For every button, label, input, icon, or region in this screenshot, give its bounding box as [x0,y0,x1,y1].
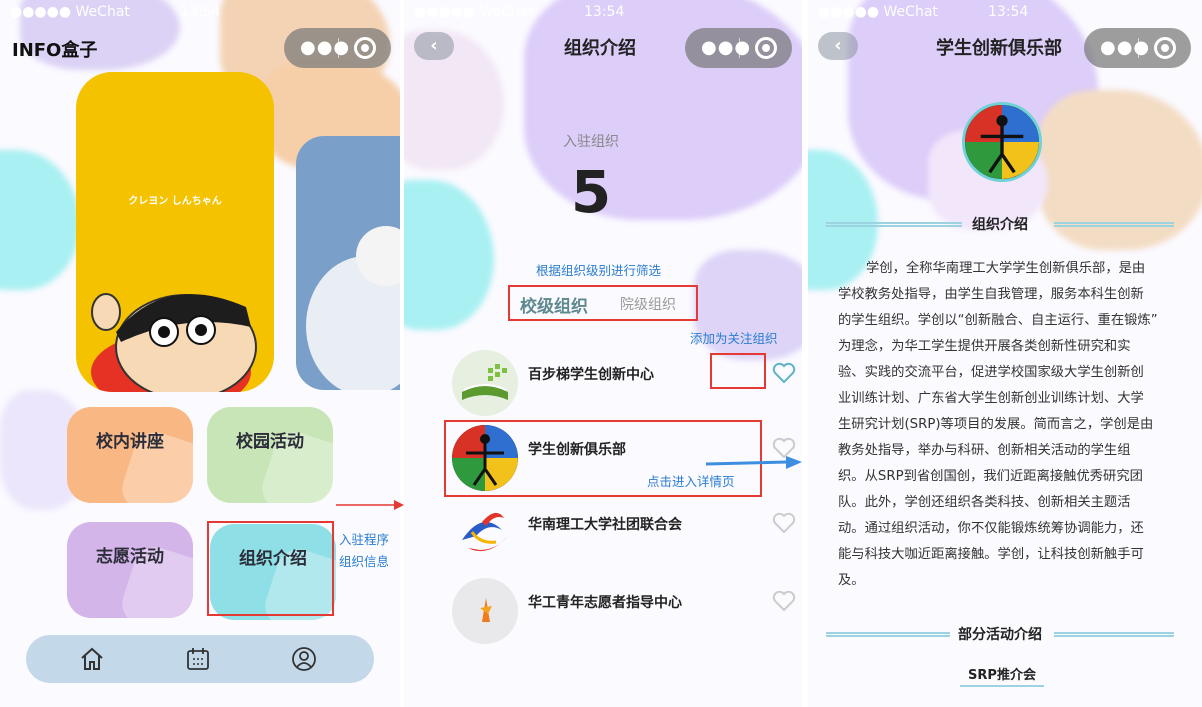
intro-line: 及。 [838,573,865,588]
org-count-value: 5 [570,158,612,226]
org-name: 华南理工大学社团联合会 [528,517,682,533]
clock: 13:54 [180,4,221,20]
activity-tab-label: SRP推介会 [968,668,1036,683]
miniprogram-capsule: ●●● [284,28,391,68]
org-logo [452,350,518,416]
flow-arrow-red [336,500,404,510]
intro-line: 业训练计划、广东省大学生创新创业训练计划、大学 [838,391,1144,406]
tile-label: 志愿活动 [96,547,164,567]
app-title: INFO盒子 [12,40,98,61]
flow-arrow-blue [706,456,802,469]
capsule-divider [1138,38,1139,58]
org-name: 百步梯学生创新中心 [528,367,654,383]
close-miniprogram-icon[interactable] [354,37,376,59]
section-title: 部分活动介绍 [958,627,1042,643]
status-bar: ●●●●● WeChat 13:54 [412,2,794,24]
org-logo [962,102,1042,182]
org-list-item[interactable]: 华南理工大学社团联合会 [452,500,796,570]
chevron-left-icon: ‹ [834,35,842,56]
annotation-line-2: 组织信息 [339,554,390,569]
highlight-box [710,353,766,389]
org-logo [452,578,518,644]
carrier-label: ●●●●● WeChat [10,4,130,20]
org-detail-screen: ●●●●● WeChat 13:54 ‹ 学生创新俱乐部 ●●● 组织介绍 学创… [808,0,1202,707]
intro-line: 学创，全称华南理工大学学生创新俱乐部，是由 [866,261,1146,276]
activity-tab-srp[interactable]: SRP推介会 [960,664,1044,687]
banner-card-next[interactable] [296,136,400,390]
org-logo [452,500,518,566]
home-icon[interactable] [78,645,106,673]
filter-hint: 根据组织级别进行筛选 [536,263,662,278]
club-union-logo-icon [462,512,508,552]
miniprogram-capsule: ●●● [685,28,792,68]
page-title: 学生创新俱乐部 [936,38,1062,59]
clock: 13:54 [584,4,625,20]
back-button[interactable]: ‹ [414,32,454,60]
org-name: 华工青年志愿者指导中心 [528,595,682,611]
miniprogram-capsule: ●●● [1084,28,1191,68]
section-activities-heading: 部分活动介绍 [826,624,1174,644]
calendar-icon[interactable] [184,645,212,673]
close-miniprogram-icon[interactable] [1154,37,1176,59]
org-list-item[interactable]: 华工青年志愿者指导中心 [452,578,796,648]
more-icon[interactable]: ●●● [1100,39,1150,57]
tile-campus-events[interactable]: 校园活动 [207,407,333,503]
tab-school-level[interactable]: 校级组织 [520,292,588,317]
back-button[interactable]: ‹ [818,32,858,60]
status-bar: ●●●●● WeChat 13:54 [816,2,1194,24]
page-title: 组织介绍 [564,38,636,59]
volunteer-logo-icon [480,598,492,622]
intro-line: 动。通过组织活动，你不仅能锻炼统筹协调能力，还 [838,521,1144,536]
status-bar: ●●●●● WeChat 13:54 [8,2,392,24]
heart-icon[interactable] [772,512,796,534]
banner-card[interactable]: クレヨン しんちゃん [76,72,274,392]
intro-line: 为理念，为华工学生提供开展各类创新性研究和实 [838,339,1131,354]
heart-icon[interactable] [772,590,796,612]
more-icon[interactable]: ●●● [300,39,350,57]
section-title: 组织介绍 [972,217,1028,233]
capsule-divider [338,38,339,58]
intro-line: 织。从SRP到省创国创，我们近距离接触优秀研究团 [838,469,1143,484]
intro-line: 队。此外，学创还组织各类科技、创新相关主题活 [838,495,1131,510]
home-screen: ●●●●● WeChat 13:54 INFO盒子 ●●● クレヨン しんちゃん [0,0,400,707]
intro-paragraph: 学创，全称华南理工大学学生创新俱乐部，是由 学校教务处指导，由学生自我管理，服务… [838,256,1160,594]
chevron-left-icon: ‹ [430,35,438,56]
follow-hint: 添加为关注组织 [690,331,778,346]
vitruvian-logo-icon [965,105,1039,179]
book-logo-icon [462,364,508,400]
carrier-label: ●●●●● WeChat [414,4,534,20]
intro-line: 的学生组织。学创以“创新融合、自主运行、重在锻炼” [838,313,1158,328]
more-icon[interactable]: ●●● [701,39,751,57]
org-count-label: 入驻组织 [563,134,619,150]
annotation-line-1: 入驻程序 [339,532,390,547]
tab-bar [26,635,374,683]
tab-college-level[interactable]: 院级组织 [620,294,676,314]
carrier-label: ●●●●● WeChat [818,4,938,20]
intro-line: 验、实践的交流平台，促进学校国家级大学生创新创 [838,365,1144,380]
org-list-screen: ●●●●● WeChat 13:54 ‹ 组织介绍 ●●● 入驻组织 5 根据组… [404,0,802,707]
intro-line: 教务处指导，举办与科研、创新相关活动的学生组 [838,443,1131,458]
intro-line: 生研究计划(SRP)等项目的发展。简而言之，学创是由 [838,417,1154,432]
section-intro-heading: 组织介绍 [826,214,1174,234]
cartoon-illustration [91,293,257,392]
tile-label: 校内讲座 [96,432,164,452]
intro-line: 能与科技大咖近距离接触。学创，让科技创新触手可 [838,547,1144,562]
heart-icon[interactable] [772,362,796,384]
close-miniprogram-icon[interactable] [755,37,777,59]
intro-line: 学校教务处指导，由学生自我管理，服务本科生创新 [838,287,1144,302]
clock: 13:54 [988,4,1029,20]
page: ●●●●● WeChat 13:54 INFO盒子 ●●● クレヨン しんちゃん [0,0,1202,707]
tile-lectures[interactable]: 校内讲座 [67,407,193,503]
highlight-box [207,521,334,616]
capsule-divider [739,38,740,58]
user-icon[interactable] [290,645,318,673]
tile-volunteer[interactable]: 志愿活动 [67,522,193,618]
tile-label: 校园活动 [236,432,304,452]
